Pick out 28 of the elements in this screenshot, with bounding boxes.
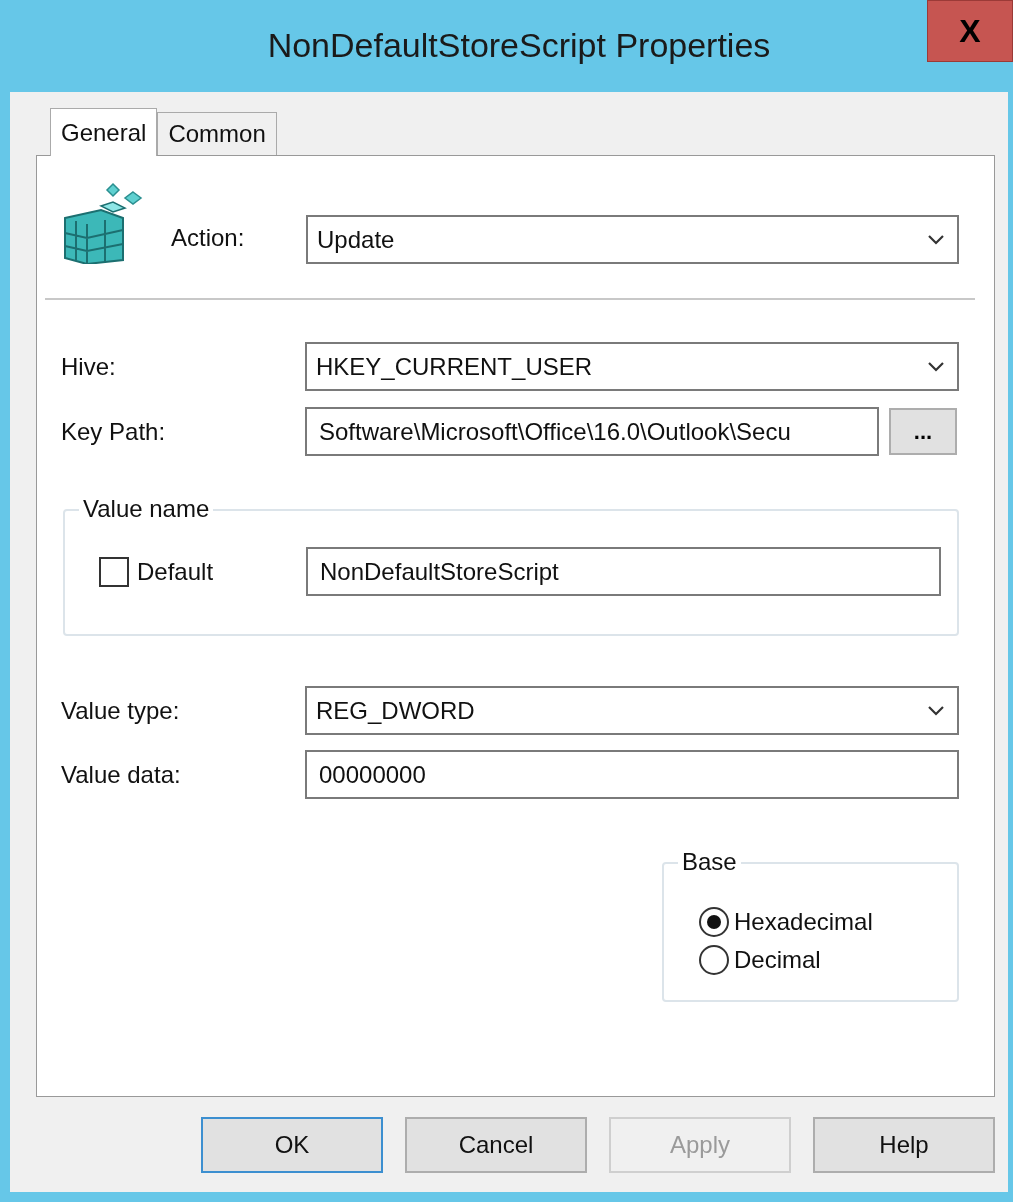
radio-label: Hexadecimal: [734, 908, 873, 936]
window-title: NonDefaultStoreScript Properties: [267, 26, 771, 65]
default-checkbox[interactable]: [99, 556, 129, 587]
key-path-label: Key Path:: [61, 417, 167, 446]
value-name-field[interactable]: NonDefaultStoreScript: [306, 547, 941, 596]
chevron-down-icon: [927, 360, 945, 373]
radio-label: Decimal: [734, 946, 821, 974]
action-label: Action:: [171, 224, 246, 252]
chevron-down-icon: [927, 704, 945, 717]
tab[interactable]: Common: [157, 112, 277, 155]
hive-dropdown[interactable]: HKEY_CURRENT_USER: [305, 342, 959, 391]
checkbox-label: Default: [137, 557, 214, 586]
dialog-button[interactable]: Cancel: [405, 1117, 587, 1173]
value-data-field[interactable]: 00000000: [305, 750, 959, 799]
dialog-button[interactable]: Help: [813, 1117, 995, 1173]
browse-button[interactable]: ...: [889, 408, 957, 455]
close-button[interactable]: X: [927, 0, 1013, 62]
radio-button[interactable]: [699, 945, 729, 975]
action-dropdown[interactable]: Update: [306, 215, 959, 264]
value-type-dropdown[interactable]: REG_DWORD: [305, 686, 959, 735]
value-type-label: Value type:: [61, 696, 181, 725]
value-data-label: Value data:: [61, 760, 182, 789]
hive-label: Hive:: [61, 352, 117, 381]
tab[interactable]: General: [50, 108, 158, 156]
radio-button[interactable]: [699, 907, 729, 937]
chevron-down-icon: [927, 233, 945, 246]
key-path-field[interactable]: Software\Microsoft\Office\16.0\Outlook\Secu: [305, 407, 879, 456]
dialog-button[interactable]: OK: [201, 1117, 383, 1173]
